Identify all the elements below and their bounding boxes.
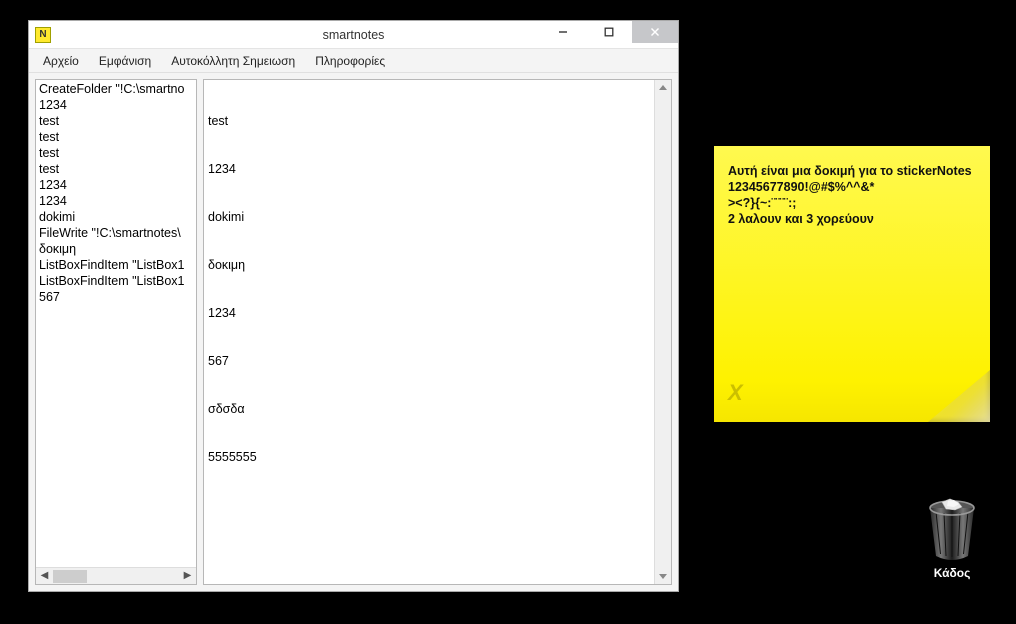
- scroll-track[interactable]: [53, 568, 179, 584]
- list-item[interactable]: ListBoxFindItem "ListBox1: [39, 257, 193, 273]
- sticky-note[interactable]: Αυτή είναι μια δοκιμή για το stickerNote…: [714, 146, 990, 422]
- list-item[interactable]: dokimi: [39, 209, 193, 225]
- list-item[interactable]: test: [39, 145, 193, 161]
- page-curl-icon: [928, 370, 990, 422]
- list-item[interactable]: 1234: [39, 97, 193, 113]
- trash-icon: [924, 498, 980, 562]
- sticky-line: ><?}{~:¨¨¨¨:;: [728, 196, 976, 210]
- menu-view[interactable]: Εμφάνιση: [89, 51, 161, 71]
- minimize-button[interactable]: [540, 21, 586, 43]
- app-icon: N: [35, 27, 51, 43]
- menu-sticky[interactable]: Αυτοκόλλητη Σημειωση: [161, 51, 305, 71]
- list-item[interactable]: test: [39, 161, 193, 177]
- list-item[interactable]: 1234: [39, 177, 193, 193]
- editor-line: test: [208, 113, 650, 129]
- titlebar[interactable]: N smartnotes: [29, 21, 678, 49]
- window-controls: [540, 21, 678, 48]
- list-item[interactable]: δοκιμη: [39, 241, 193, 257]
- list-item[interactable]: CreateFolder "!C:\smartno: [39, 81, 193, 97]
- editor-line: dokimi: [208, 209, 650, 225]
- client-area: CreateFolder "!C:\smartno 1234 test test…: [29, 73, 678, 591]
- close-button[interactable]: [632, 21, 678, 43]
- trash-desktop-icon[interactable]: Κάδος: [912, 498, 992, 580]
- list-item[interactable]: test: [39, 129, 193, 145]
- menu-file[interactable]: Αρχείο: [33, 51, 89, 71]
- menu-info[interactable]: Πληροφορίες: [305, 51, 395, 71]
- list-item[interactable]: FileWrite "!C:\smartnotes\: [39, 225, 193, 241]
- editor-line: σδσδα: [208, 401, 650, 417]
- smartnotes-window: N smartnotes Αρχείο Εμφάνιση Αυτοκόλλητη…: [28, 20, 679, 592]
- editor-line: 5555555: [208, 449, 650, 465]
- listbox-items: CreateFolder "!C:\smartno 1234 test test…: [36, 80, 196, 567]
- trash-label: Κάδος: [912, 566, 992, 580]
- editor-content[interactable]: test 1234 dokimi δοκιμη 1234 567 σδσδα 5…: [204, 80, 654, 584]
- editor-line: 1234: [208, 161, 650, 177]
- close-icon: [650, 27, 660, 37]
- listbox-hscrollbar[interactable]: ◀ ▶: [36, 567, 196, 584]
- notes-listbox[interactable]: CreateFolder "!C:\smartno 1234 test test…: [35, 79, 197, 585]
- scroll-thumb[interactable]: [53, 570, 87, 583]
- maximize-icon: [604, 27, 614, 37]
- editor-line: 1234: [208, 305, 650, 321]
- scroll-right-icon[interactable]: ▶: [179, 568, 196, 585]
- sticky-line: 2 λαλουν και 3 χορεύουν: [728, 212, 976, 226]
- menubar: Αρχείο Εμφάνιση Αυτοκόλλητη Σημειωση Πλη…: [29, 49, 678, 73]
- list-item[interactable]: test: [39, 113, 193, 129]
- editor-line: δοκιμη: [208, 257, 650, 273]
- list-item[interactable]: 567: [39, 289, 193, 305]
- note-editor[interactable]: test 1234 dokimi δοκιμη 1234 567 σδσδα 5…: [203, 79, 672, 585]
- editor-line: 567: [208, 353, 650, 369]
- maximize-button[interactable]: [586, 21, 632, 43]
- minimize-icon: [558, 27, 568, 37]
- sticky-line: 12345677890!@#$%^^&*: [728, 180, 976, 194]
- editor-vscrollbar[interactable]: [654, 80, 671, 584]
- list-item[interactable]: 1234: [39, 193, 193, 209]
- sticky-line: Αυτή είναι μια δοκιμή για το stickerNote…: [728, 164, 976, 178]
- scroll-left-icon[interactable]: ◀: [36, 568, 53, 585]
- list-item[interactable]: ListBoxFindItem "ListBox1: [39, 273, 193, 289]
- sticky-close-mark[interactable]: X: [728, 380, 743, 406]
